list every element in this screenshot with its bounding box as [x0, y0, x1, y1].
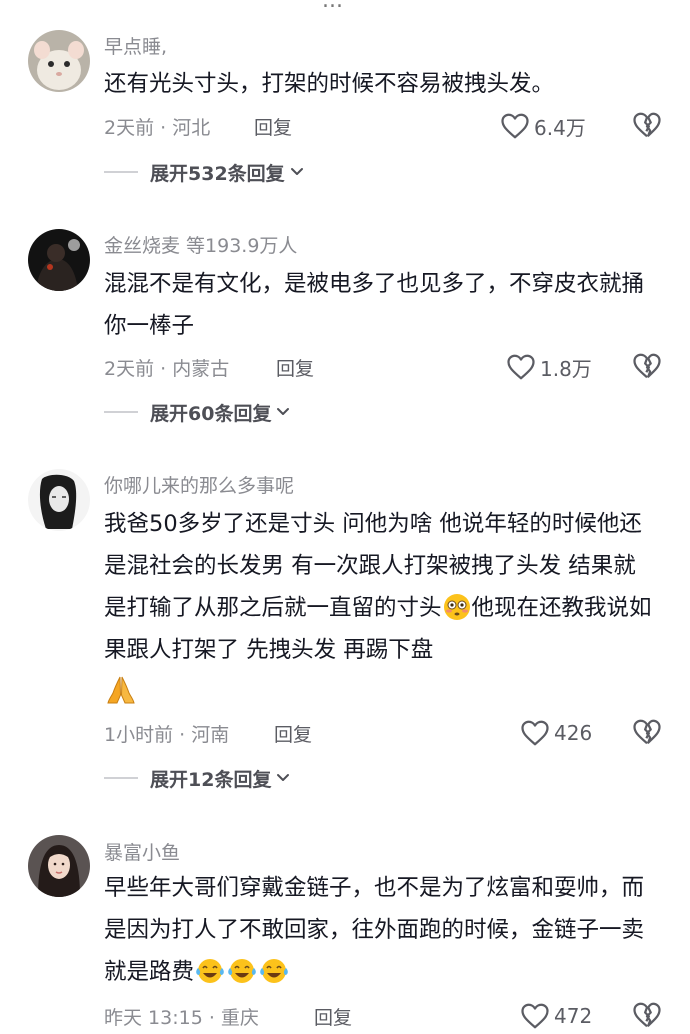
dislike-button[interactable] — [632, 1001, 662, 1031]
top-cut-text: ... — [322, 0, 343, 8]
laughing-crying-emoji — [196, 959, 224, 983]
flushed-face-emoji — [443, 594, 470, 620]
reply-button[interactable]: 回复 — [274, 720, 312, 747]
comment-text: 混混不是有文化，是被电多了也见多了，不穿皮衣就捅你一棒子 — [104, 271, 645, 339]
username[interactable]: 金丝烧麦 等193.9万人 — [104, 231, 297, 258]
laughing-crying-emoji — [228, 959, 256, 983]
comment-text: 我爸50多岁了还是寸头 问他为啥 他说年轻的时候他还是混社会的长发男 有一次跟人… — [104, 503, 654, 713]
folded-hands-emoji — [107, 676, 135, 704]
divider — [104, 411, 138, 413]
like-button[interactable]: 1.8万 — [506, 352, 592, 382]
comment-text: 早些年大哥们穿戴金链子，也不是为了炫富和耍帅，而是因为打人了不敢回家，往外面跑的… — [104, 867, 649, 993]
reply-button[interactable]: 回复 — [276, 354, 314, 381]
comment-text: 还有光头寸头，打架的时候不容易被拽头发。 — [104, 71, 555, 97]
broken-heart-icon — [633, 1002, 661, 1028]
divider — [104, 777, 138, 779]
username[interactable]: 早点睡, — [104, 32, 167, 59]
comment-text-part: 早些年大哥们穿戴金链子，也不是为了炫富和耍帅，而是因为打人了不敢回家，往外面跑的… — [104, 875, 645, 985]
avatar[interactable] — [28, 229, 90, 291]
expand-replies[interactable]: 展开60条回复 — [104, 397, 291, 427]
divider — [104, 171, 138, 173]
expand-replies[interactable]: 展开12条回复 — [104, 763, 291, 793]
dislike-button[interactable] — [632, 352, 662, 382]
heart-outline-icon — [521, 720, 549, 746]
like-count: 1.8万 — [540, 356, 592, 381]
comment-meta: 昨天 13:15 · 重庆 — [104, 1007, 259, 1029]
chevron-down-icon — [277, 774, 290, 781]
comment-meta: 2天前 · 内蒙古 — [104, 358, 230, 380]
girl-portrait-avatar — [28, 835, 90, 897]
dislike-button[interactable] — [632, 111, 662, 141]
reply-button[interactable]: 回复 — [254, 113, 292, 140]
avatar[interactable] — [28, 469, 90, 531]
like-button[interactable]: 426 — [520, 718, 592, 748]
heart-outline-icon — [507, 354, 535, 380]
like-count: 6.4万 — [534, 115, 586, 140]
heart-outline-icon — [521, 1003, 549, 1029]
broken-heart-icon — [633, 353, 661, 379]
avatar[interactable] — [28, 30, 90, 92]
heart-outline-icon — [501, 113, 529, 139]
broken-heart-icon — [633, 112, 661, 138]
like-count: 472 — [554, 1004, 593, 1028]
reply-button[interactable]: 回复 — [314, 1003, 352, 1030]
sketch-portrait-avatar — [28, 469, 90, 531]
username[interactable]: 你哪儿来的那么多事呢 — [104, 471, 294, 498]
username[interactable]: 暴富小鱼 — [104, 838, 180, 865]
comment-meta: 2天前 · 河北 — [104, 117, 211, 139]
laughing-crying-emoji — [260, 959, 288, 983]
avatar[interactable] — [28, 835, 90, 897]
comment-meta: 1小时前 · 河南 — [104, 724, 230, 746]
like-count: 426 — [554, 721, 593, 745]
expand-replies[interactable]: 展开532条回复 — [104, 157, 305, 187]
expand-label: 展开60条回复 — [150, 402, 272, 425]
expand-label: 展开532条回复 — [150, 162, 285, 185]
white-rat-avatar — [28, 30, 90, 92]
dislike-button[interactable] — [632, 718, 662, 748]
like-button[interactable]: 6.4万 — [500, 111, 586, 141]
broken-heart-icon — [633, 719, 661, 745]
chevron-down-icon — [290, 168, 303, 175]
expand-label: 展开12条回复 — [150, 768, 272, 791]
top-cut-header: ... — [0, 0, 690, 8]
dark-night-avatar — [28, 229, 90, 291]
like-button[interactable]: 472 — [520, 1001, 592, 1031]
chevron-down-icon — [277, 408, 290, 415]
